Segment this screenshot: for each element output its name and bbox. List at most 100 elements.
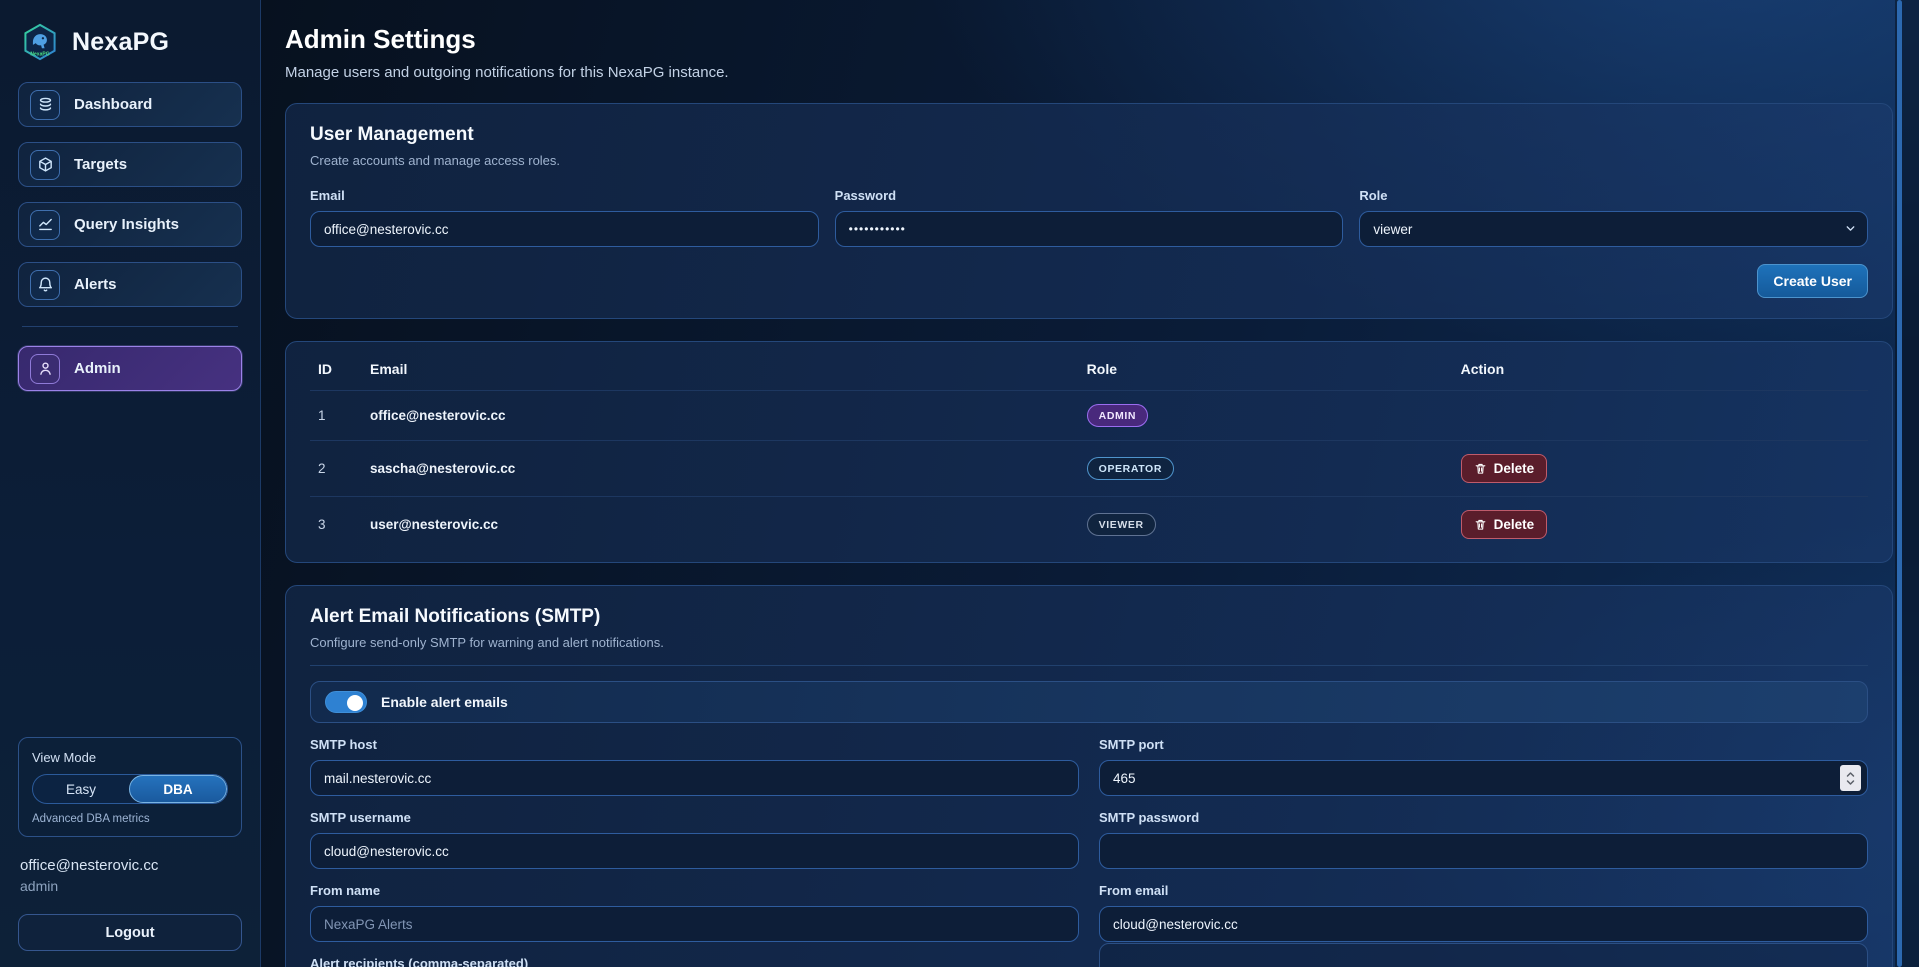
smtp-subtitle: Configure send-only SMTP for warning and… <box>310 635 1868 650</box>
from-name-label: From name <box>310 883 1079 898</box>
chart-line-icon <box>30 210 60 240</box>
smtp-port-label: SMTP port <box>1099 737 1868 752</box>
delete-user-button[interactable]: Delete <box>1461 454 1548 483</box>
app-title: NexaPG <box>72 28 169 57</box>
smtp-title: Alert Email Notifications (SMTP) <box>310 606 1868 628</box>
from-name-group: From name <box>310 883 1079 942</box>
nexapg-logo-icon: NexaPG <box>20 22 60 62</box>
users-table-card: ID Email Role Action 1 office@nesterovic… <box>285 341 1893 563</box>
table-row: 2 sascha@nesterovic.cc OPERATOR Delete <box>310 441 1868 497</box>
smtp-username-label: SMTP username <box>310 810 1079 825</box>
page-subtitle: Manage users and outgoing notifications … <box>285 64 1893 81</box>
main-content: Admin Settings Manage users and outgoing… <box>261 0 1919 967</box>
trash-icon <box>1474 518 1487 531</box>
delete-user-button[interactable]: Delete <box>1461 510 1548 539</box>
sidebar-item-targets[interactable]: Targets <box>18 142 242 187</box>
divider <box>310 665 1868 666</box>
role-badge-viewer: VIEWER <box>1087 513 1156 536</box>
sidebar-item-alerts[interactable]: Alerts <box>18 262 242 307</box>
column-header-id: ID <box>310 346 362 391</box>
user-id: 3 <box>310 497 362 553</box>
smtp-port-group: SMTP port <box>1099 737 1868 796</box>
column-header-role: Role <box>1079 346 1453 391</box>
column-header-email: Email <box>362 346 1079 391</box>
smtp-port-input[interactable] <box>1099 760 1868 796</box>
toggle-knob <box>347 695 363 711</box>
sidebar-item-dashboard[interactable]: Dashboard <box>18 82 242 127</box>
user-management-title: User Management <box>310 124 1868 146</box>
sidebar-item-admin[interactable]: Admin <box>18 346 242 391</box>
view-mode-segmented-control: Easy DBA <box>32 774 228 804</box>
view-mode-dba-button[interactable]: DBA <box>129 775 227 803</box>
email-input[interactable] <box>310 211 819 247</box>
sidebar-item-label: Query Insights <box>74 216 179 233</box>
smtp-password-label: SMTP password <box>1099 810 1868 825</box>
trash-icon <box>1474 462 1487 475</box>
user-id: 1 <box>310 391 362 441</box>
alert-recipients-group: Alert recipients (comma-separated) <box>310 956 1079 967</box>
view-mode-panel: View Mode Easy DBA Advanced DBA metrics <box>18 737 242 837</box>
role-label: Role <box>1359 188 1868 203</box>
user-email: office@nesterovic.cc <box>362 391 1079 441</box>
sidebar-item-label: Targets <box>74 156 127 173</box>
from-email-input[interactable] <box>1099 906 1868 942</box>
action-cell <box>1453 391 1868 441</box>
user-email: sascha@nesterovic.cc <box>362 441 1079 497</box>
starttls-row: Use STARTTLS <box>1099 943 1868 967</box>
sidebar: NexaPG NexaPG Dashboard Targets <box>0 0 261 967</box>
email-label: Email <box>310 188 819 203</box>
role-badge-admin: ADMIN <box>1087 404 1148 427</box>
view-mode-easy-button[interactable]: Easy <box>33 775 129 803</box>
smtp-username-input[interactable] <box>310 833 1079 869</box>
table-row: 1 office@nesterovic.cc ADMIN <box>310 391 1868 441</box>
user-email: user@nesterovic.cc <box>362 497 1079 553</box>
password-input[interactable] <box>835 211 1344 247</box>
logout-button[interactable]: Logout <box>18 914 242 951</box>
table-header-row: ID Email Role Action <box>310 346 1868 391</box>
delete-label: Delete <box>1494 461 1535 476</box>
enable-alert-emails-label: Enable alert emails <box>381 694 508 710</box>
from-email-group: From email <box>1099 883 1868 942</box>
password-label: Password <box>835 188 1344 203</box>
view-mode-description: Advanced DBA metrics <box>32 813 228 825</box>
package-icon <box>30 150 60 180</box>
from-name-input[interactable] <box>310 906 1079 942</box>
enable-alert-emails-toggle[interactable] <box>325 691 367 713</box>
alert-recipients-label: Alert recipients (comma-separated) <box>310 956 1079 967</box>
column-header-action: Action <box>1453 346 1868 391</box>
table-row: 3 user@nesterovic.cc VIEWER Delete <box>310 497 1868 553</box>
smtp-password-input[interactable] <box>1099 833 1868 869</box>
role-select[interactable]: viewer <box>1359 211 1868 247</box>
user-icon <box>30 354 60 384</box>
role-badge-operator: OPERATOR <box>1087 457 1174 480</box>
user-id: 2 <box>310 441 362 497</box>
email-field-group: Email <box>310 188 819 247</box>
sidebar-item-label: Alerts <box>74 276 117 293</box>
sidebar-divider <box>22 326 238 327</box>
sidebar-item-label: Dashboard <box>74 96 152 113</box>
delete-label: Delete <box>1494 517 1535 532</box>
password-field-group: Password <box>835 188 1344 247</box>
smtp-username-group: SMTP username <box>310 810 1079 869</box>
current-user-role: admin <box>20 878 240 894</box>
smtp-card: Alert Email Notifications (SMTP) Configu… <box>285 585 1893 967</box>
view-mode-label: View Mode <box>32 750 228 765</box>
role-field-group: Role viewer <box>1359 188 1868 247</box>
database-icon <box>30 90 60 120</box>
brand: NexaPG NexaPG <box>18 18 242 82</box>
from-email-label: From email <box>1099 883 1868 898</box>
page-title: Admin Settings <box>285 24 1893 55</box>
current-user-email: office@nesterovic.cc <box>20 857 240 874</box>
smtp-host-group: SMTP host <box>310 737 1079 796</box>
number-stepper-icon[interactable] <box>1840 765 1861 791</box>
scrollbar-thumb[interactable] <box>1897 0 1902 967</box>
smtp-password-group: SMTP password <box>1099 810 1868 869</box>
smtp-host-input[interactable] <box>310 760 1079 796</box>
enable-alert-emails-row: Enable alert emails <box>310 681 1868 723</box>
sidebar-item-label: Admin <box>74 360 121 377</box>
bell-icon <box>30 270 60 300</box>
user-management-card: User Management Create accounts and mana… <box>285 103 1893 319</box>
smtp-host-label: SMTP host <box>310 737 1079 752</box>
sidebar-item-query-insights[interactable]: Query Insights <box>18 202 242 247</box>
create-user-button[interactable]: Create User <box>1757 264 1868 298</box>
